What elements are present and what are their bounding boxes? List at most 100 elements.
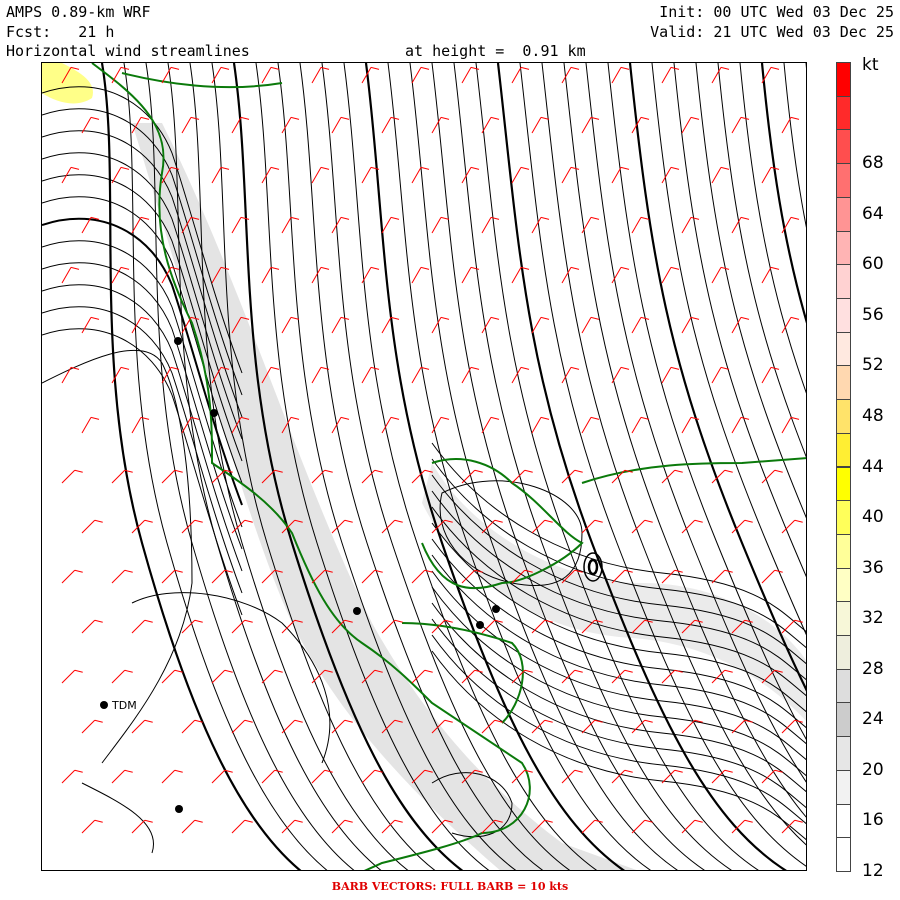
- wind-barb-flag: [724, 769, 733, 773]
- wind-barb-flag: [520, 166, 530, 170]
- colorbar-swatch: [836, 702, 851, 738]
- wind-barb: [731, 117, 742, 134]
- wind-barb-flag: [144, 519, 153, 523]
- wind-barb-flag: [794, 619, 803, 623]
- station-dot: [174, 337, 182, 345]
- colorbar-tick-label: 20: [862, 759, 884, 780]
- wind-barb: [481, 317, 492, 334]
- wind-barb-flag: [620, 266, 630, 270]
- wind-barb-flag: [290, 316, 300, 320]
- wind-barb-flag: [670, 166, 680, 170]
- wind-barb-flag: [490, 416, 500, 420]
- wind-barb: [661, 267, 672, 284]
- colorbar-tick-label: 40: [862, 507, 884, 528]
- wind-barb-flag: [720, 66, 730, 70]
- colorbar-tick-label: 32: [862, 608, 884, 629]
- wind-barb: [411, 569, 426, 584]
- wind-barb: [261, 669, 276, 684]
- wind-barb: [131, 417, 142, 434]
- colorbar-tick-label: 60: [862, 254, 884, 275]
- wind-barb: [381, 619, 396, 634]
- wind-barb: [511, 67, 522, 84]
- wind-barb: [161, 569, 176, 584]
- wind-barb-flag: [570, 166, 580, 170]
- wind-barb: [781, 417, 792, 434]
- wind-barb-flag: [794, 819, 803, 823]
- wind-barb: [161, 769, 176, 784]
- wind-barb-flag: [120, 166, 130, 170]
- wind-barb: [411, 167, 422, 184]
- wind-barb: [281, 719, 296, 734]
- wind-barb-flag: [644, 719, 653, 723]
- wind-barb: [661, 167, 672, 184]
- wind-barb: [631, 819, 646, 834]
- wind-barb-flag: [374, 469, 383, 473]
- wind-barb-flag: [744, 819, 753, 823]
- wind-barb: [681, 317, 692, 334]
- wind-barb-flag: [774, 469, 783, 473]
- wind-barb: [611, 569, 626, 584]
- wind-barb: [531, 117, 542, 134]
- wind-barb-flag: [440, 316, 450, 320]
- wind-barb: [581, 117, 592, 134]
- wind-barb-flag: [170, 66, 180, 70]
- wind-barb: [61, 569, 76, 584]
- streamline: [541, 63, 806, 846]
- wind-barb-flag: [770, 66, 780, 70]
- wind-barb: [81, 317, 92, 334]
- colorbar-swatch: [836, 736, 851, 771]
- wind-barb-flag: [570, 66, 580, 70]
- wind-barb-flag: [74, 569, 83, 573]
- wind-barb-flag: [690, 216, 700, 220]
- colorbar-tick-label: 56: [862, 304, 884, 325]
- wind-barb: [661, 67, 672, 84]
- streamline: [783, 63, 806, 228]
- wind-barb-flag: [190, 116, 200, 120]
- wind-barb-flag: [640, 116, 650, 120]
- wind-barb-flag: [724, 469, 733, 473]
- wind-barb: [431, 819, 446, 834]
- wind-barb-flag: [420, 266, 430, 270]
- wind-barb-flag: [394, 619, 403, 623]
- wind-barb-flag: [470, 266, 480, 270]
- colorbar-swatch: [836, 567, 851, 603]
- wind-barb-flag: [670, 366, 680, 370]
- wind-barb: [61, 769, 76, 784]
- wind-barb-flag: [740, 416, 750, 420]
- eddy: [587, 558, 599, 576]
- colorbar-swatch: [836, 399, 851, 434]
- wind-barb-flag: [274, 669, 283, 673]
- wind-barb-flag: [340, 116, 350, 120]
- wind-barb: [281, 217, 292, 234]
- wind-barb-flag: [440, 416, 450, 420]
- colorbar-tick-label: 64: [862, 203, 884, 224]
- wind-barb-flag: [520, 366, 530, 370]
- wind-barb-flag: [244, 719, 253, 723]
- wind-barb: [331, 417, 342, 434]
- wind-barb-flag: [524, 669, 533, 673]
- wind-barb-flag: [690, 316, 700, 320]
- wind-barb-flag: [624, 769, 633, 773]
- colorbar-tick-label: 28: [862, 658, 884, 679]
- height-value: 0.91 km: [522, 42, 586, 60]
- wind-barb: [311, 367, 322, 384]
- colorbar-swatch: [836, 297, 851, 333]
- wind-barb: [511, 267, 522, 284]
- fcst-label: Fcst:: [6, 23, 52, 41]
- wind-barb-flag: [94, 519, 103, 523]
- streamline: [760, 63, 806, 324]
- barb-legend: BARB VECTORS: FULL BARB = 10 kts: [331, 880, 569, 893]
- wind-barb: [681, 217, 692, 234]
- wind-barb: [61, 267, 72, 284]
- wind-barb: [661, 669, 676, 684]
- wind-barb: [411, 267, 422, 284]
- wind-barb-flag: [240, 116, 250, 120]
- wind-barb-flag: [540, 416, 550, 420]
- wind-barb-flag: [694, 819, 703, 823]
- colorbar-swatch: [836, 163, 851, 198]
- valid-time: Valid: 21 UTC Wed 03 Dec 25: [650, 23, 894, 41]
- wind-barb: [561, 769, 576, 784]
- wind-barb-flag: [220, 66, 230, 70]
- streamline: [805, 63, 806, 69]
- wind-barb-flag: [340, 216, 350, 220]
